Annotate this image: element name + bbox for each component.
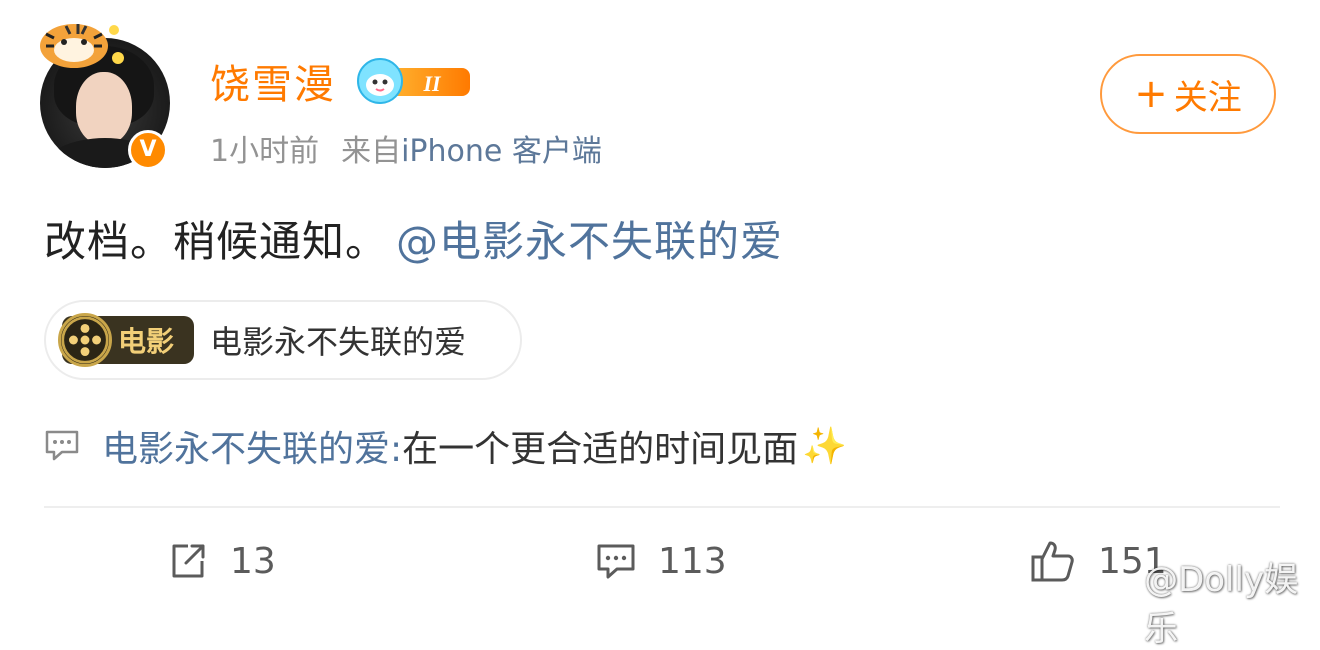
post-text: 改档。稍候通知。 @电影永不失联的爱 [44, 208, 783, 269]
comment-count: 113 [658, 540, 727, 582]
user-name[interactable]: 饶雪漫 [210, 52, 336, 110]
weibo-logo-icon [1110, 591, 1138, 613]
post-source-prefix: 来自 [341, 134, 402, 169]
svg-text:II: II [422, 71, 442, 96]
post-meta: 1小时前 来自iPhone 客户端 [210, 126, 602, 170]
repost-button[interactable]: 13 [168, 536, 276, 586]
super-topic-name[interactable]: 电影永不失联的爱: [102, 420, 402, 472]
film-reel-icon [58, 313, 112, 367]
tiger-pendant-icon [40, 24, 124, 68]
user-level-badge: II [357, 58, 470, 104]
mention-link[interactable]: @电影永不失联的爱 [396, 217, 783, 266]
movie-tag-label: 电影 [118, 325, 175, 358]
post-time: 1小时前 [210, 134, 320, 169]
movie-title: 电影永不失联的爱 [210, 323, 467, 361]
watermark: @Dolly娱乐 [1110, 552, 1320, 650]
comment-icon [597, 544, 635, 579]
repost-count: 13 [230, 540, 276, 582]
super-topic-text: 在一个更合适的时间见面 [402, 429, 799, 470]
follow-button[interactable]: + 关注 [1100, 54, 1276, 134]
sparkles-emoji: ✨ [802, 426, 847, 467]
repost-icon [172, 544, 205, 578]
movie-card[interactable]: 电影 电影永不失联的爱 [44, 300, 522, 380]
divider [44, 506, 1280, 508]
comment-icon [45, 430, 79, 461]
super-topic-line[interactable]: 电影永不失联的爱: 在一个更合适的时间见面 ✨ [44, 420, 847, 472]
plus-icon: + [1134, 71, 1168, 117]
watermark-text: @Dolly娱乐 [1144, 560, 1299, 649]
thumbs-up-icon [1031, 541, 1074, 582]
movie-tag: 电影 [58, 313, 194, 367]
verified-badge: V [128, 130, 168, 170]
post-body: 改档。稍候通知。 [44, 217, 389, 266]
follow-label: 关注 [1173, 77, 1242, 118]
comment-button[interactable]: 113 [596, 536, 727, 586]
post-source-client[interactable]: iPhone 客户端 [401, 134, 602, 169]
